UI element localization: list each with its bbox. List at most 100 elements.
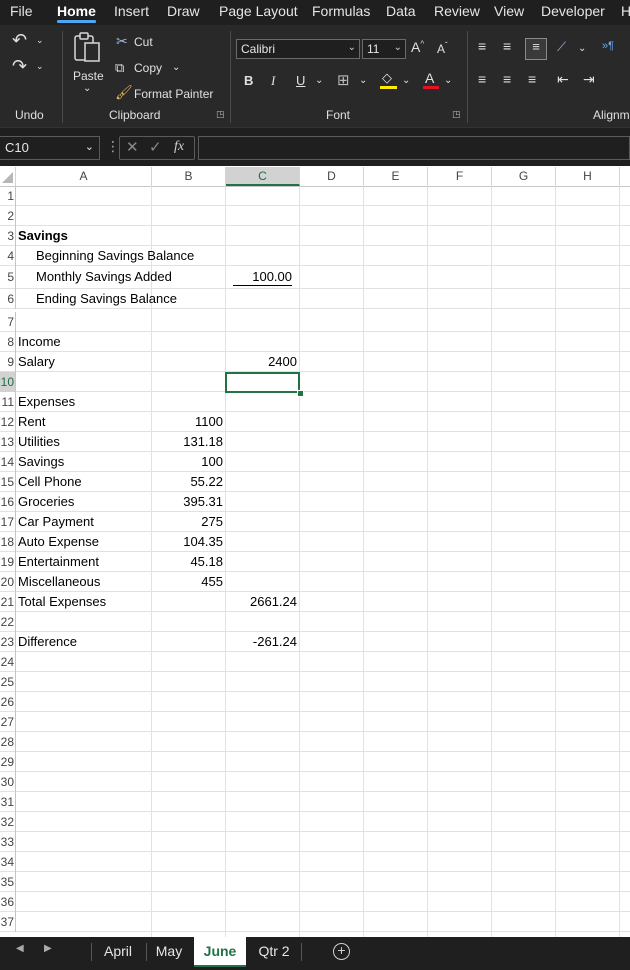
align-left-icon[interactable]: ≡ (478, 71, 486, 87)
underline-dropdown-icon[interactable]: ⌄ (315, 75, 323, 86)
fill-color-dropdown-icon[interactable]: ⌄ (402, 75, 410, 86)
font-color-icon[interactable]: A (423, 70, 439, 90)
cell-c23[interactable]: -261.24 (226, 632, 297, 652)
row-header[interactable]: 9 (0, 352, 16, 372)
cell-a16[interactable]: Groceries (18, 492, 74, 512)
font-color-dropdown-icon[interactable]: ⌄ (444, 75, 452, 86)
scroll-tabs-right-icon[interactable]: ▶ (44, 943, 52, 954)
orientation-dropdown-icon[interactable]: ⌄ (578, 43, 586, 54)
more-options-icon[interactable]: ⋮ (106, 138, 120, 155)
column-header-b[interactable]: B (152, 167, 226, 186)
cell-a8[interactable]: Income (18, 332, 61, 352)
font-name-select[interactable]: Calibri ⌄ (236, 39, 360, 59)
cell-b17[interactable]: 275 (152, 512, 223, 532)
row-header[interactable]: 29 (0, 752, 16, 772)
sheet-tab-april[interactable]: April (95, 937, 141, 965)
cell-b12[interactable]: 1100 (152, 412, 223, 432)
align-center-icon[interactable]: ≡ (503, 71, 511, 87)
copy-button[interactable]: Copy (134, 61, 162, 75)
cancel-icon[interactable]: ✕ (126, 138, 139, 156)
cell-b13[interactable]: 131.18 (152, 432, 223, 452)
cell-a5[interactable]: Monthly Savings Added (36, 266, 172, 288)
cell-b14[interactable]: 100 (152, 452, 223, 472)
row-header[interactable]: 28 (0, 732, 16, 752)
cell-a17[interactable]: Car Payment (18, 512, 94, 532)
cell-a6[interactable]: Ending Savings Balance (36, 289, 177, 309)
font-launcher-icon[interactable]: ◳ (452, 109, 461, 120)
formula-input[interactable] (198, 136, 630, 160)
cell-a11[interactable]: Expenses (18, 392, 75, 412)
tab-home[interactable]: Home (57, 3, 96, 23)
cell-a23[interactable]: Difference (18, 632, 77, 652)
borders-icon[interactable]: ⊞ (337, 71, 350, 89)
scroll-tabs-left-icon[interactable]: ◀ (16, 943, 24, 954)
tab-data[interactable]: Data (386, 3, 416, 19)
row-header[interactable]: 20 (0, 572, 16, 592)
row-header[interactable]: 31 (0, 792, 16, 812)
row-header[interactable]: 25 (0, 672, 16, 692)
cell-a12[interactable]: Rent (18, 412, 45, 432)
cell-b20[interactable]: 455 (152, 572, 223, 592)
sheet-tab-june[interactable]: June (194, 937, 246, 967)
chevron-down-icon[interactable]: ⌄ (85, 140, 94, 153)
undo-icon[interactable]: ↶ (12, 30, 27, 51)
italic-button[interactable]: I (271, 73, 275, 89)
row-header[interactable]: 37 (0, 912, 16, 932)
row-header[interactable]: 26 (0, 692, 16, 712)
clipboard-launcher-icon[interactable]: ◳ (216, 109, 225, 120)
bold-button[interactable]: B (244, 73, 253, 88)
sheet-tab-qtr-2[interactable]: Qtr 2 (250, 937, 298, 965)
tab-draw[interactable]: Draw (167, 3, 200, 19)
row-header[interactable]: 21 (0, 592, 16, 612)
cell-a18[interactable]: Auto Expense (18, 532, 99, 552)
active-cell-c10[interactable] (225, 372, 300, 393)
undo-dropdown-icon[interactable]: ⌄ (36, 35, 44, 46)
tab-insert[interactable]: Insert (114, 3, 149, 19)
column-header-g[interactable]: G (492, 167, 556, 186)
row-header[interactable]: 23 (0, 632, 16, 652)
row-header[interactable]: 5 (0, 266, 16, 289)
tab-review[interactable]: Review (434, 3, 480, 19)
row-header[interactable]: 17 (0, 512, 16, 532)
column-header-d[interactable]: D (300, 167, 364, 186)
row-header[interactable]: 8 (0, 332, 16, 352)
cell-b16[interactable]: 395.31 (152, 492, 223, 512)
enter-icon[interactable]: ✓ (149, 138, 162, 156)
select-all-corner[interactable] (0, 167, 16, 186)
format-painter-button[interactable]: Format Painter (134, 87, 213, 101)
align-bottom-icon[interactable]: ≡ (525, 38, 547, 60)
increase-indent-icon[interactable]: ⇥ (583, 71, 595, 88)
tab-view[interactable]: View (494, 3, 524, 19)
row-header[interactable]: 7 (0, 312, 16, 332)
cell-a15[interactable]: Cell Phone (18, 472, 82, 492)
cell-b19[interactable]: 45.18 (152, 552, 223, 572)
cell-a19[interactable]: Entertainment (18, 552, 99, 572)
redo-dropdown-icon[interactable]: ⌄ (36, 61, 44, 72)
tab-developer[interactable]: Developer (541, 3, 605, 19)
sheet-tab-may[interactable]: May (149, 937, 189, 965)
row-header[interactable]: 15 (0, 472, 16, 492)
add-sheet-button[interactable]: + (333, 943, 350, 960)
row-header[interactable]: 11 (0, 392, 16, 412)
tab-help[interactable]: H (621, 3, 630, 19)
column-header-h[interactable]: H (556, 167, 620, 186)
cell-b18[interactable]: 104.35 (152, 532, 223, 552)
underline-button[interactable]: U (296, 73, 305, 88)
increase-font-size-icon[interactable]: A^ (411, 39, 424, 55)
cell-c9[interactable]: 2400 (226, 352, 297, 372)
insert-function-button[interactable]: fx (174, 139, 184, 155)
cell-a4[interactable]: Beginning Savings Balance (36, 246, 194, 266)
row-header[interactable]: 4 (0, 246, 16, 266)
row-header[interactable]: 22 (0, 612, 16, 632)
wrap-text-icon[interactable]: »¶ (602, 40, 614, 52)
cell-a3[interactable]: Savings (18, 226, 68, 246)
cell-a9[interactable]: Salary (18, 352, 55, 372)
row-header[interactable]: 3 (0, 226, 16, 246)
row-header[interactable]: 27 (0, 712, 16, 732)
row-header[interactable]: 36 (0, 892, 16, 912)
row-header[interactable]: 12 (0, 412, 16, 432)
decrease-indent-icon[interactable]: ⇤ (557, 71, 569, 88)
borders-dropdown-icon[interactable]: ⌄ (359, 75, 367, 86)
name-box[interactable]: C10 ⌄ (0, 136, 100, 160)
row-header[interactable]: 30 (0, 772, 16, 792)
